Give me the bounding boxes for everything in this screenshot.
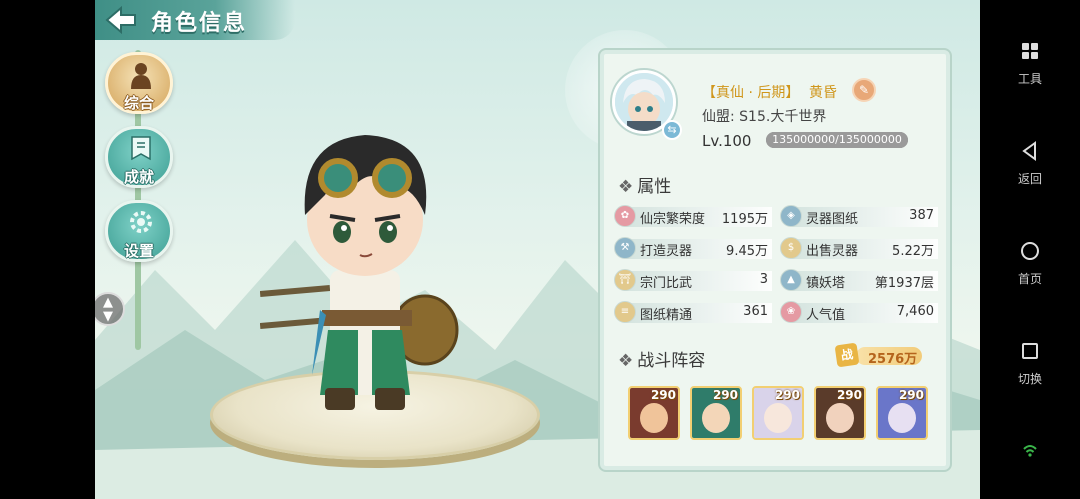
exp-bar: 135000000/135000000 — [766, 132, 908, 148]
diamond-icon: ❖ — [618, 351, 634, 371]
switch-avatar-button[interactable]: ⇆ — [662, 120, 682, 140]
stat-label: 图纸精通 — [640, 308, 693, 323]
switch-nav-button[interactable]: 切换 — [980, 340, 1080, 387]
lotus-icon: ✿ — [614, 205, 636, 227]
character-info-panel: ⇆ 【真仙 · 后期】 黄昏 ✎ 仙盟: S15.大千世界 Lv.100 135… — [598, 48, 952, 472]
stat-demon-tower: ▲ 镇妖塔 第1937层 — [780, 268, 938, 294]
tab-achievements[interactable]: 成就 — [105, 126, 173, 188]
stat-blueprint-mastery: ≡ 图纸精通 361 — [614, 300, 772, 326]
stat-value: 1195万 — [721, 212, 768, 227]
stat-value: 3 — [759, 272, 768, 287]
gate-icon: ⛩ — [614, 269, 636, 291]
lineup-section-title: ❖ 战斗阵容 — [618, 346, 705, 371]
home-nav-button[interactable]: 首页 — [980, 240, 1080, 287]
banner-icon — [131, 136, 151, 161]
back-arrow-icon — [105, 5, 136, 35]
stat-label: 宗门比武 — [640, 276, 693, 291]
cultivation-rank: 【真仙 · 后期】 — [702, 85, 800, 101]
page-title: 角色信息 — [151, 11, 248, 36]
hero-level: 290 — [898, 388, 924, 402]
scroll-icon: ≡ — [614, 301, 636, 323]
stat-popularity: ❀ 人气值 7,460 — [780, 300, 938, 326]
diamond-icon: ❖ — [618, 177, 634, 197]
chevron-up-icon: ▲ — [103, 295, 113, 310]
hero-card[interactable]: 290 — [876, 386, 928, 440]
attributes-title-text: 属性 — [637, 177, 672, 197]
stat-forged-artifacts: ⚒ 打造灵器 9.45万 — [614, 236, 772, 262]
forge-icon: ⚒ — [614, 237, 636, 259]
grid-icon — [1022, 43, 1038, 59]
hero-lineup: 290 290 290 290 290 — [628, 386, 928, 440]
stat-label: 仙宗繁荣度 — [640, 212, 706, 227]
hero-card[interactable]: 290 — [690, 386, 742, 440]
character-model[interactable] — [260, 120, 470, 420]
wifi-status — [980, 440, 1080, 466]
square-recents-icon — [1022, 343, 1038, 359]
stat-label: 镇妖塔 — [806, 276, 846, 291]
system-nav-bar: 工具 返回 首页 切换 — [980, 0, 1080, 499]
combat-power-badge: 战 — [834, 342, 860, 368]
stat-sold-artifacts: $ 出售灵器 5.22万 — [780, 236, 938, 262]
blueprint-icon: ◈ — [780, 205, 802, 227]
tools-label: 工具 — [1017, 72, 1042, 86]
edit-name-button[interactable]: ✎ — [852, 78, 876, 102]
stat-label: 打造灵器 — [640, 244, 693, 259]
wifi-icon — [1023, 445, 1037, 457]
chevron-down-icon: ▼ — [103, 309, 113, 324]
stat-label: 人气值 — [806, 308, 846, 323]
tab-settings[interactable]: 设置 — [105, 200, 173, 262]
player-level: Lv.100 — [702, 132, 752, 150]
stat-value: 361 — [743, 304, 768, 319]
stat-artifact-blueprints: ◈ 灵器图纸 387 — [780, 204, 938, 230]
tab-overview-label: 综合 — [123, 94, 154, 112]
hero-card[interactable]: 290 — [752, 386, 804, 440]
tower-icon: ▲ — [780, 269, 802, 291]
combat-power-value: 2576万 — [868, 352, 918, 367]
letterbox-left — [0, 0, 95, 499]
tools-button[interactable]: 工具 — [980, 40, 1080, 87]
switch-nav-label: 切换 — [1017, 372, 1042, 386]
hero-level: 290 — [774, 388, 800, 402]
pencil-icon: ✎ — [858, 83, 870, 97]
back-nav-label: 返回 — [1017, 172, 1042, 186]
home-nav-label: 首页 — [1017, 272, 1042, 286]
stat-label: 灵器图纸 — [806, 212, 859, 227]
stat-value: 第1937层 — [874, 276, 934, 291]
header-bar: 角色信息 — [95, 0, 295, 40]
hero-level: 290 — [650, 388, 676, 402]
tab-settings-label: 设置 — [123, 242, 154, 260]
game-viewport: 角色信息 综合 成就 设置 ▲ ▼ ⇆ 【真仙 · 后期】 黄昏 ✎ 仙盟: S… — [95, 0, 980, 499]
hero-card[interactable]: 290 — [814, 386, 866, 440]
flower-icon: ❀ — [780, 301, 802, 323]
triangle-back-icon — [1022, 141, 1036, 161]
tab-achievements-label: 成就 — [123, 168, 154, 186]
stat-label: 出售灵器 — [806, 244, 859, 259]
lineup-title-text: 战斗阵容 — [637, 351, 706, 371]
stat-sect-prosperity: ✿ 仙宗繁荣度 1195万 — [614, 204, 772, 230]
stat-sect-tournament: ⛩ 宗门比武 3 — [614, 268, 772, 294]
hero-card[interactable]: 290 — [628, 386, 680, 440]
stat-value: 5.22万 — [892, 244, 934, 259]
attributes-section-title: ❖ 属性 — [618, 172, 671, 197]
tab-overview[interactable]: 综合 — [105, 52, 173, 114]
stat-value: 7,460 — [896, 304, 934, 319]
character-silhouette-icon — [131, 63, 151, 89]
back-nav-button[interactable]: 返回 — [980, 140, 1080, 187]
circle-home-icon — [1021, 242, 1039, 260]
hero-level: 290 — [712, 388, 738, 402]
alliance-name: 仙盟: S15.大千世界 — [702, 109, 827, 125]
money-bag-icon: $ — [780, 237, 802, 259]
gear-icon — [130, 211, 152, 233]
exp-text: 135000000/135000000 — [772, 133, 902, 146]
back-button[interactable] — [103, 4, 139, 36]
hero-level: 290 — [836, 388, 862, 402]
stat-value: 387 — [909, 208, 934, 223]
stat-value: 9.45万 — [726, 244, 768, 259]
player-name: 黄昏 — [809, 85, 837, 101]
